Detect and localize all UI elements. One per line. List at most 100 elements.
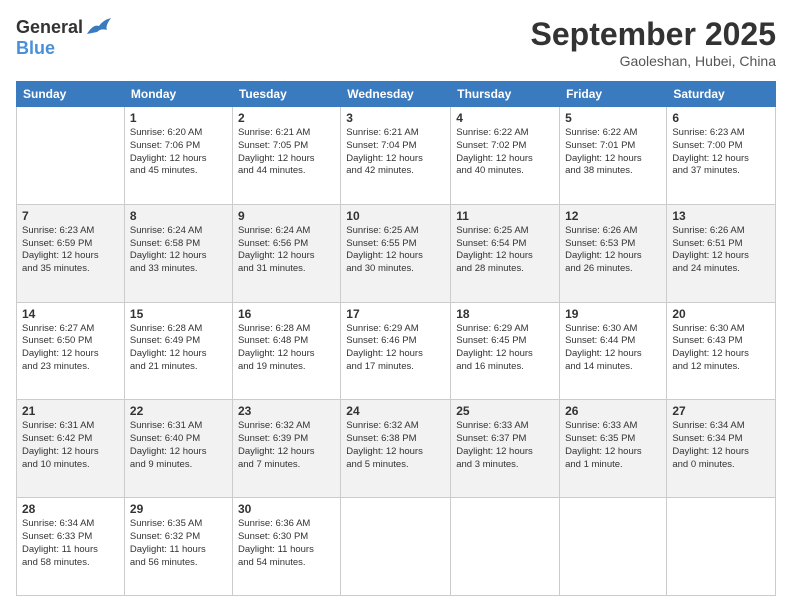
day-number: 12 <box>565 209 661 223</box>
calendar-header-row: Sunday Monday Tuesday Wednesday Thursday… <box>17 82 776 107</box>
day-number: 19 <box>565 307 661 321</box>
table-row <box>451 498 560 596</box>
table-row <box>17 107 125 205</box>
calendar-week-5: 28 Sunrise: 6:34 AM Sunset: 6:33 PM Dayli… <box>17 498 776 596</box>
day-number: 21 <box>22 404 119 418</box>
day-number: 14 <box>22 307 119 321</box>
day-info: Sunrise: 6:20 AM Sunset: 7:06 PM Dayligh… <box>130 127 227 178</box>
day-info: Sunrise: 6:26 AM Sunset: 6:51 PM Dayligh… <box>672 225 770 276</box>
table-row: 12 Sunrise: 6:26 AM Sunset: 6:53 PM Dayli… <box>560 204 667 302</box>
day-info: Sunrise: 6:28 AM Sunset: 6:49 PM Dayligh… <box>130 323 227 374</box>
day-info: Sunrise: 6:21 AM Sunset: 7:05 PM Dayligh… <box>238 127 335 178</box>
day-info: Sunrise: 6:31 AM Sunset: 6:42 PM Dayligh… <box>22 420 119 471</box>
table-row: 5 Sunrise: 6:22 AM Sunset: 7:01 PM Daylig… <box>560 107 667 205</box>
logo-general: General <box>16 17 83 38</box>
calendar-week-4: 21 Sunrise: 6:31 AM Sunset: 6:42 PM Dayli… <box>17 400 776 498</box>
table-row: 24 Sunrise: 6:32 AM Sunset: 6:38 PM Dayli… <box>341 400 451 498</box>
col-saturday: Saturday <box>667 82 776 107</box>
table-row: 15 Sunrise: 6:28 AM Sunset: 6:49 PM Dayli… <box>124 302 232 400</box>
day-info: Sunrise: 6:22 AM Sunset: 7:01 PM Dayligh… <box>565 127 661 178</box>
calendar-week-1: 1 Sunrise: 6:20 AM Sunset: 7:06 PM Daylig… <box>17 107 776 205</box>
table-row: 20 Sunrise: 6:30 AM Sunset: 6:43 PM Dayli… <box>667 302 776 400</box>
day-number: 13 <box>672 209 770 223</box>
day-info: Sunrise: 6:32 AM Sunset: 6:38 PM Dayligh… <box>346 420 445 471</box>
table-row <box>667 498 776 596</box>
calendar-week-2: 7Sunrise: 6:23 AM Sunset: 6:59 PM Daylig… <box>17 204 776 302</box>
logo: General Blue <box>16 16 113 59</box>
table-row: 30Sunrise: 6:36 AM Sunset: 6:30 PM Dayli… <box>232 498 340 596</box>
table-row: 9Sunrise: 6:24 AM Sunset: 6:56 PM Daylig… <box>232 204 340 302</box>
day-number: 8 <box>130 209 227 223</box>
day-info: Sunrise: 6:24 AM Sunset: 6:58 PM Dayligh… <box>130 225 227 276</box>
logo-bird-icon <box>85 16 113 38</box>
table-row: 8 Sunrise: 6:24 AM Sunset: 6:58 PM Daylig… <box>124 204 232 302</box>
table-row: 13 Sunrise: 6:26 AM Sunset: 6:51 PM Dayli… <box>667 204 776 302</box>
day-number: 4 <box>456 111 554 125</box>
day-number: 3 <box>346 111 445 125</box>
day-info: Sunrise: 6:25 AM Sunset: 6:55 PM Dayligh… <box>346 225 445 276</box>
day-number: 28 <box>22 502 119 516</box>
day-number: 10 <box>346 209 445 223</box>
day-number: 25 <box>456 404 554 418</box>
table-row: 21 Sunrise: 6:31 AM Sunset: 6:42 PM Dayli… <box>17 400 125 498</box>
table-row: 26Sunrise: 6:33 AM Sunset: 6:35 PM Dayli… <box>560 400 667 498</box>
day-info: Sunrise: 6:23 AM Sunset: 7:00 PM Dayligh… <box>672 127 770 178</box>
day-info: Sunrise: 6:28 AM Sunset: 6:48 PM Dayligh… <box>238 323 335 374</box>
table-row: 14Sunrise: 6:27 AM Sunset: 6:50 PM Dayli… <box>17 302 125 400</box>
day-number: 2 <box>238 111 335 125</box>
table-row <box>341 498 451 596</box>
day-info: Sunrise: 6:22 AM Sunset: 7:02 PM Dayligh… <box>456 127 554 178</box>
calendar-table: Sunday Monday Tuesday Wednesday Thursday… <box>16 81 776 596</box>
table-row: 28 Sunrise: 6:34 AM Sunset: 6:33 PM Dayli… <box>17 498 125 596</box>
table-row: 1 Sunrise: 6:20 AM Sunset: 7:06 PM Daylig… <box>124 107 232 205</box>
day-info: Sunrise: 6:34 AM Sunset: 6:33 PM Dayligh… <box>22 518 119 569</box>
day-info: Sunrise: 6:29 AM Sunset: 6:45 PM Dayligh… <box>456 323 554 374</box>
table-row: 11Sunrise: 6:25 AM Sunset: 6:54 PM Dayli… <box>451 204 560 302</box>
table-row: 22 Sunrise: 6:31 AM Sunset: 6:40 PM Dayli… <box>124 400 232 498</box>
day-number: 24 <box>346 404 445 418</box>
calendar-week-3: 14Sunrise: 6:27 AM Sunset: 6:50 PM Dayli… <box>17 302 776 400</box>
day-number: 26 <box>565 404 661 418</box>
table-row: 10 Sunrise: 6:25 AM Sunset: 6:55 PM Dayli… <box>341 204 451 302</box>
table-row: 2 Sunrise: 6:21 AM Sunset: 7:05 PM Daylig… <box>232 107 340 205</box>
day-number: 15 <box>130 307 227 321</box>
day-info: Sunrise: 6:29 AM Sunset: 6:46 PM Dayligh… <box>346 323 445 374</box>
col-tuesday: Tuesday <box>232 82 340 107</box>
col-friday: Friday <box>560 82 667 107</box>
table-row: 17 Sunrise: 6:29 AM Sunset: 6:46 PM Dayli… <box>341 302 451 400</box>
day-number: 20 <box>672 307 770 321</box>
day-info: Sunrise: 6:30 AM Sunset: 6:44 PM Dayligh… <box>565 323 661 374</box>
day-info: Sunrise: 6:23 AM Sunset: 6:59 PM Dayligh… <box>22 225 119 276</box>
day-info: Sunrise: 6:21 AM Sunset: 7:04 PM Dayligh… <box>346 127 445 178</box>
day-number: 16 <box>238 307 335 321</box>
table-row: 27 Sunrise: 6:34 AM Sunset: 6:34 PM Dayli… <box>667 400 776 498</box>
month-title: September 2025 <box>531 16 776 53</box>
day-info: Sunrise: 6:35 AM Sunset: 6:32 PM Dayligh… <box>130 518 227 569</box>
day-number: 1 <box>130 111 227 125</box>
day-info: Sunrise: 6:34 AM Sunset: 6:34 PM Dayligh… <box>672 420 770 471</box>
header: General Blue September 2025 Gaoleshan, H… <box>16 16 776 69</box>
table-row: 18Sunrise: 6:29 AM Sunset: 6:45 PM Dayli… <box>451 302 560 400</box>
day-info: Sunrise: 6:24 AM Sunset: 6:56 PM Dayligh… <box>238 225 335 276</box>
table-row: 4 Sunrise: 6:22 AM Sunset: 7:02 PM Daylig… <box>451 107 560 205</box>
table-row: 6 Sunrise: 6:23 AM Sunset: 7:00 PM Daylig… <box>667 107 776 205</box>
table-row: 16 Sunrise: 6:28 AM Sunset: 6:48 PM Dayli… <box>232 302 340 400</box>
title-block: September 2025 Gaoleshan, Hubei, China <box>531 16 776 69</box>
table-row: 29 Sunrise: 6:35 AM Sunset: 6:32 PM Dayli… <box>124 498 232 596</box>
col-wednesday: Wednesday <box>341 82 451 107</box>
day-info: Sunrise: 6:31 AM Sunset: 6:40 PM Dayligh… <box>130 420 227 471</box>
day-number: 29 <box>130 502 227 516</box>
day-info: Sunrise: 6:26 AM Sunset: 6:53 PM Dayligh… <box>565 225 661 276</box>
day-info: Sunrise: 6:30 AM Sunset: 6:43 PM Dayligh… <box>672 323 770 374</box>
day-info: Sunrise: 6:25 AM Sunset: 6:54 PM Dayligh… <box>456 225 554 276</box>
day-number: 30 <box>238 502 335 516</box>
day-number: 22 <box>130 404 227 418</box>
day-number: 6 <box>672 111 770 125</box>
day-number: 27 <box>672 404 770 418</box>
table-row <box>560 498 667 596</box>
day-number: 5 <box>565 111 661 125</box>
day-number: 17 <box>346 307 445 321</box>
table-row: 19 Sunrise: 6:30 AM Sunset: 6:44 PM Dayli… <box>560 302 667 400</box>
page: General Blue September 2025 Gaoleshan, H… <box>0 0 792 612</box>
table-row: 7Sunrise: 6:23 AM Sunset: 6:59 PM Daylig… <box>17 204 125 302</box>
